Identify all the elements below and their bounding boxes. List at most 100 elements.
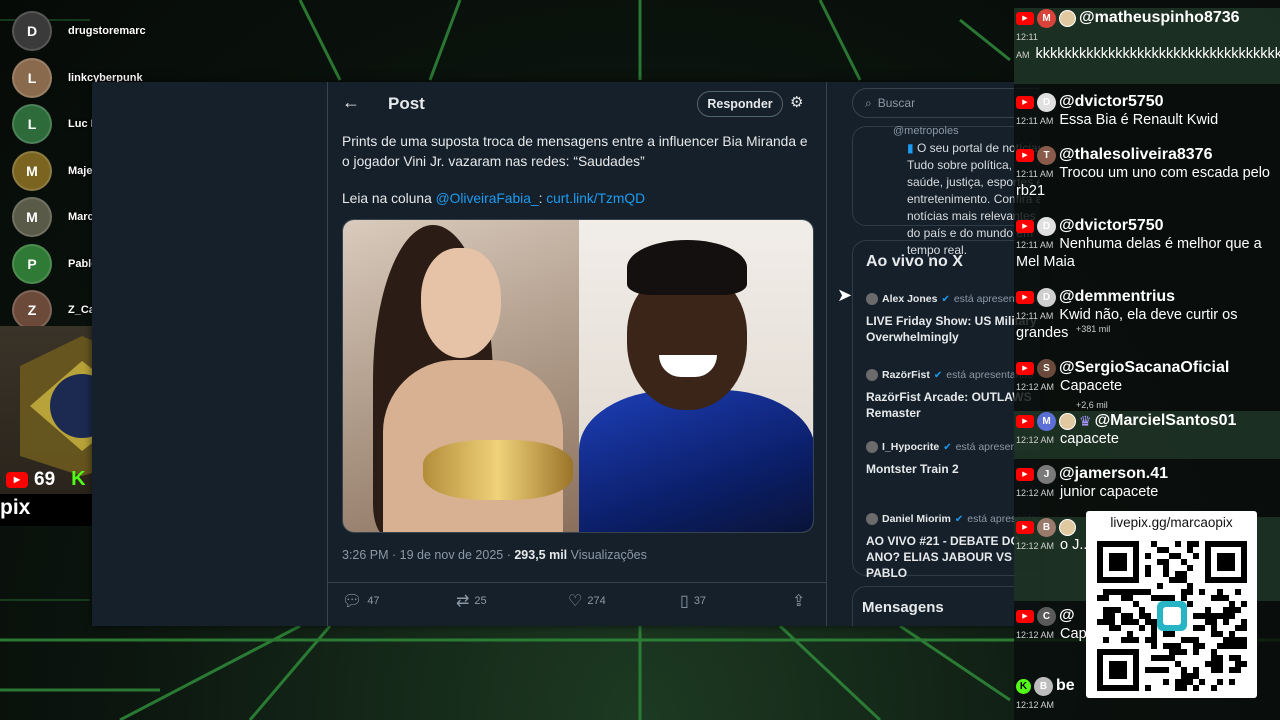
- chat-username: @thalesoliveira8376: [1059, 146, 1213, 163]
- verified-badge-icon: ✔: [943, 441, 952, 453]
- livepix-qr-card: livepix.gg/marcaopix: [1086, 511, 1257, 698]
- messages-drawer[interactable]: Mensagens: [852, 586, 1040, 626]
- chat-message-header: ▶ S @SergioSacanaOficial: [1016, 358, 1280, 378]
- live-host-name: RazörFist: [882, 369, 930, 381]
- chat-message-body: 12:12 AM: [1016, 696, 1280, 714]
- promo-card: @metropoles ▮ O seu portal de notícias. …: [852, 125, 1040, 257]
- chat-text: capacete: [1060, 431, 1119, 447]
- settings-sliders-icon[interactable]: ⚙: [790, 93, 803, 111]
- chat-message: ▶ J @jamerson.41 12:12 AM junior capacete: [1014, 464, 1280, 512]
- chat-username: @: [1059, 607, 1075, 624]
- host-avatar: [866, 293, 878, 305]
- x-browser-window: ← Post Responder ⚙ Prints de uma suposta…: [92, 82, 1040, 626]
- live-title: Ao vivo no X: [866, 253, 963, 270]
- chat-avatar: D: [1037, 92, 1056, 112]
- chat-message-body: 12:11 AM Nenhuma delas é melhor que a Mel…: [1016, 236, 1280, 271]
- chat-avatar: D: [1037, 216, 1056, 236]
- like-action[interactable]: ♡ 274: [568, 591, 606, 611]
- chat-message-header: ▶ T @thalesoliveira8376: [1016, 145, 1280, 165]
- chat-message: ▶ D @dvictor5750 12:11 AM Nenhuma delas é me…: [1014, 216, 1280, 282]
- chat-message-body: 12:11 AM Kwid não, ela deve curtir os gra…: [1016, 307, 1280, 342]
- viewer-avatar: L: [12, 104, 52, 145]
- chat-message: ▶ M ♛ @MarcielSantos01 12:12 AM capacete: [1014, 411, 1280, 459]
- viewer-avatar: M: [12, 150, 52, 191]
- chat-timestamp: 12:11 AM: [1016, 240, 1054, 250]
- page-title: Post: [388, 94, 425, 113]
- youtube-icon: ▶: [1016, 219, 1034, 233]
- viewer-item: Ddrugstoremarc: [12, 8, 312, 55]
- viewer-avatar: P: [12, 243, 52, 284]
- chat-avatar: B: [1037, 517, 1056, 537]
- repost-count: 25: [474, 595, 487, 607]
- chat-timestamp: 12:12 AM: [1016, 382, 1055, 392]
- member-badge-icon: [1059, 518, 1076, 536]
- chat-message-body: 12:11 AM kkkkkkkkkkkkkkkkkkkkkkkkkkkkkkkk…: [1016, 28, 1280, 64]
- messages-title: Mensagens: [862, 599, 944, 616]
- chat-message: ▶ D @demmentrius 12:11 AM Kwid não, ela deve…: [1014, 287, 1280, 353]
- live-on-x-panel: Ao vivo no X Alex Jones ✔ está apresentand…: [852, 240, 1040, 580]
- mouse-cursor-icon: ➤: [837, 285, 853, 305]
- chat-avatar: B: [1034, 676, 1053, 696]
- kick-icon: K: [1016, 678, 1031, 694]
- reply-button[interactable]: Responder: [697, 91, 783, 117]
- chat-message-body: 12:12 AM junior capacete: [1016, 484, 1280, 502]
- x-left-rail: [92, 82, 327, 626]
- bookmark-action[interactable]: ▯ 37: [680, 591, 706, 611]
- host-avatar: [866, 441, 878, 453]
- search-input[interactable]: ⌕ Buscar: [852, 88, 1040, 118]
- article-url-link[interactable]: curt.link/TzmQD: [546, 191, 645, 206]
- chat-text: Essa Bia é Renault Kwid: [1059, 112, 1219, 128]
- post-column: ← Post Responder ⚙ Prints de uma suposta…: [327, 82, 827, 626]
- overlay-count: +381 mil: [1076, 324, 1111, 334]
- youtube-icon: ▶: [1016, 520, 1034, 534]
- viewer-stats: ▶ 69 K 6: [6, 468, 102, 491]
- search-placeholder: Buscar: [877, 96, 916, 110]
- chat-text: Capacete: [1060, 378, 1123, 394]
- link-prefix: Leia na coluna: [342, 191, 436, 206]
- chat-timestamp: 12:12 AM: [1016, 700, 1055, 710]
- like-count: 274: [587, 595, 606, 607]
- chat-message-header: ▶ M ♛ @MarcielSantos01: [1016, 411, 1280, 431]
- author-mention-link[interactable]: @OliveiraFabia_: [436, 191, 539, 206]
- chat-avatar: M: [1037, 8, 1056, 28]
- heart-icon: ♡: [568, 593, 583, 610]
- bookmark-count: 37: [693, 595, 707, 607]
- chat-message-body: 12:12 AM capacete: [1016, 431, 1280, 449]
- chat-username: @jamerson.41: [1059, 465, 1168, 482]
- chat-avatar: M: [1037, 411, 1056, 431]
- chat-avatar: S: [1037, 358, 1056, 378]
- post-metadata: 3:26 PM · 19 de nov de 2025 · 293,5 mil …: [342, 548, 647, 562]
- repost-icon: ⇄: [456, 593, 470, 610]
- member-badge-icon: [1059, 412, 1076, 430]
- search-icon: ⌕: [865, 95, 872, 110]
- host-avatar: [866, 369, 878, 381]
- post-header: ← Post Responder ⚙: [328, 82, 826, 124]
- chat-message-header: ▶ M @matheuspinho8736: [1016, 8, 1280, 28]
- post-image-right: [579, 220, 813, 532]
- viewer-avatar: Z: [12, 290, 52, 331]
- livepix-url: livepix.gg/marcaopix: [1110, 515, 1233, 530]
- chat-avatar: T: [1037, 145, 1056, 165]
- chat-message-header: ▶ D @dvictor5750: [1016, 216, 1280, 236]
- chat-message: ▶ D @dvictor5750 12:11 AM Essa Bia é Renault…: [1014, 92, 1280, 140]
- post-timestamp: 3:26 PM · 19 de nov de 2025 ·: [342, 548, 515, 562]
- chat-message: ▶ M @matheuspinho8736 12:11 AM kkkkkkkkkkkkk…: [1014, 8, 1280, 84]
- youtube-icon: ▶: [1016, 414, 1034, 428]
- back-arrow-icon[interactable]: ←: [342, 92, 360, 113]
- youtube-icon: ▶: [1016, 95, 1034, 109]
- chat-message-header: ▶ D @dvictor5750: [1016, 92, 1280, 112]
- live-host-name: I_Hypocrite: [882, 441, 940, 453]
- views-count: 293,5 mil: [514, 548, 568, 562]
- chat-username: @matheuspinho8736: [1079, 9, 1240, 26]
- post-image[interactable]: [342, 219, 814, 533]
- bookmark-icon: ▯: [680, 593, 689, 610]
- chat-message-body: 12:11 AM Trocou um uno com escada pelo rb…: [1016, 165, 1280, 200]
- kick-icon: K: [71, 468, 86, 490]
- repost-action[interactable]: ⇄ 25: [456, 591, 487, 611]
- reply-action[interactable]: 💬︎ 47: [342, 591, 380, 611]
- post-text: Prints de uma suposta troca de mensagens…: [342, 134, 808, 169]
- viewer-name: drugstoremarc: [68, 25, 146, 38]
- youtube-icon: ▶: [1016, 148, 1034, 162]
- share-action[interactable]: ⇪: [792, 591, 805, 611]
- post-image-left: [343, 220, 579, 532]
